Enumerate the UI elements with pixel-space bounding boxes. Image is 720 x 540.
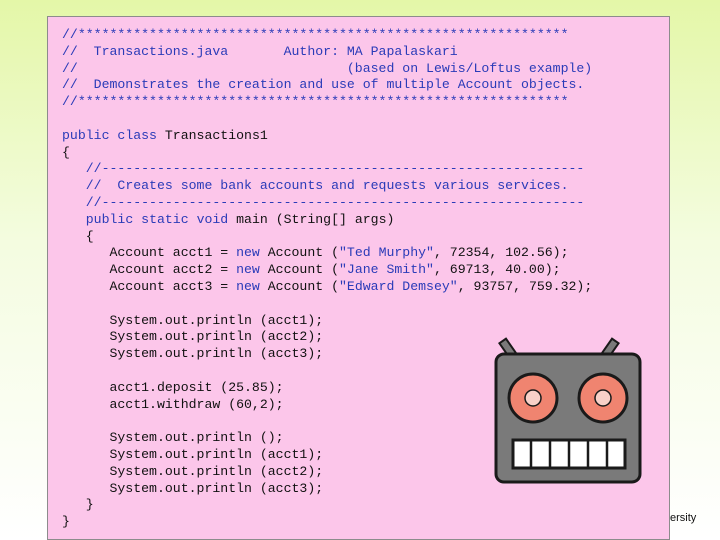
header-comment-line: // Demonstrates the creation and use of … xyxy=(62,77,585,93)
header-comment-line: // (based on Lewis/Loftus example) xyxy=(62,60,593,76)
account-decl: Account acct1 = xyxy=(109,245,237,261)
account-ctor: Account ( xyxy=(259,278,339,294)
keyword: new xyxy=(236,278,260,294)
account-ctor: Account ( xyxy=(259,245,339,261)
keyword: public xyxy=(62,127,110,143)
header-comment-line: //**************************************… xyxy=(62,94,569,110)
account-args: , 69713, 40.00); xyxy=(433,262,561,278)
account-operation: acct1.withdraw (60,2); xyxy=(109,396,284,412)
string-literal: "Edward Demsey" xyxy=(339,278,458,294)
println-line: System.out.println (); xyxy=(109,430,284,446)
keyword: new xyxy=(236,245,260,261)
println-line: System.out.println (acct1); xyxy=(109,312,324,328)
account-ctor: Account ( xyxy=(259,262,339,278)
method-comment-rule: //--------------------------------------… xyxy=(85,161,585,177)
keyword: public xyxy=(85,211,134,227)
account-operation: acct1.deposit (25.85); xyxy=(109,379,284,395)
header-comment-line: //**************************************… xyxy=(62,27,569,42)
println-line: System.out.println (acct2); xyxy=(109,329,324,345)
account-args: , 93757, 759.32); xyxy=(457,278,593,294)
account-decl: Account acct2 = xyxy=(109,262,237,278)
account-args: , 72354, 102.56); xyxy=(433,245,569,261)
method-comment: // Creates some bank accounts and reques… xyxy=(85,178,569,194)
header-comment-line: // Transactions.java Author: MA Papalask… xyxy=(62,43,458,59)
println-line: System.out.println (acct3); xyxy=(109,480,324,496)
method-comment-rule: //--------------------------------------… xyxy=(85,194,585,210)
method-signature: main (String[] args) xyxy=(228,211,395,227)
keyword: static xyxy=(141,211,189,227)
footer-university-fragment: ersity xyxy=(670,512,697,524)
string-literal: "Ted Murphy" xyxy=(339,245,434,261)
println-line: System.out.println (acct1); xyxy=(109,446,324,462)
robot-icon xyxy=(493,336,645,491)
keyword: class xyxy=(117,127,157,143)
keyword: new xyxy=(236,262,260,278)
keyword: void xyxy=(196,211,229,227)
brace: { xyxy=(85,228,94,244)
brace: } xyxy=(62,514,70,530)
println-line: System.out.println (acct3); xyxy=(109,346,324,362)
string-literal: "Jane Smith" xyxy=(339,262,434,278)
account-decl: Account acct3 = xyxy=(109,278,237,294)
brace: } xyxy=(85,497,94,513)
println-line: System.out.println (acct2); xyxy=(109,463,324,479)
brace: { xyxy=(62,144,70,160)
class-name: Transactions1 xyxy=(156,127,268,143)
